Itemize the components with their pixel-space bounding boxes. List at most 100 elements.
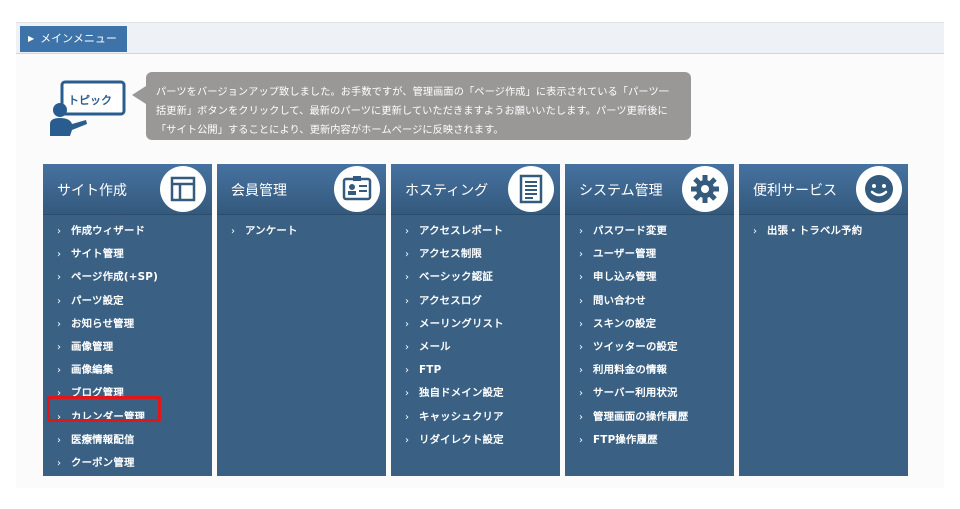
chevron-right-icon: › xyxy=(57,295,62,307)
menu-item-basic-auth[interactable]: › ベーシック認証 xyxy=(391,266,560,289)
menu-item-cache-clear[interactable]: › キャッシュクリア xyxy=(391,406,560,429)
menu-item-redirect-settings[interactable]: › リダイレクト設定 xyxy=(391,429,560,452)
menu-item-password-change[interactable]: › パスワード変更 xyxy=(565,220,734,243)
menu-item-access-restriction[interactable]: › アクセス制限 xyxy=(391,243,560,266)
menu-item-medical-info[interactable]: › 医療情報配信 xyxy=(43,429,212,452)
column-hosting: ホスティング › アクセスレポート › アクセス制限 › ベーシック認証 › アクセスロ… xyxy=(391,164,560,476)
column-title: システム管理 xyxy=(579,183,663,199)
column-useful-services: 便利サービス › 出張・トラベル予約 xyxy=(739,164,908,476)
menu-item-label: キャッシュクリア xyxy=(419,410,504,423)
menu-item-label: ユーザー管理 xyxy=(593,248,657,261)
chevron-right-icon: › xyxy=(57,249,62,261)
menu-item-twitter-settings[interactable]: › ツイッターの設定 xyxy=(565,336,734,359)
menu-item-parts-settings[interactable]: › パーツ設定 xyxy=(43,290,212,313)
menu-item-admin-history[interactable]: › 管理画面の操作履歴 xyxy=(565,406,734,429)
menu-item-create-wizard[interactable]: › 作成ウィザード xyxy=(43,220,212,243)
menu-item-coupon-manage[interactable]: › クーポン管理 xyxy=(43,452,212,475)
chevron-right-icon: › xyxy=(579,295,584,307)
menu-item-news-manage[interactable]: › お知らせ管理 xyxy=(43,313,212,336)
menu-item-user-manage[interactable]: › ユーザー管理 xyxy=(565,243,734,266)
column-header: サイト作成 xyxy=(43,164,212,215)
menu-item-label: 作成ウィザード xyxy=(71,225,146,237)
column-header: 便利サービス xyxy=(739,164,908,215)
column-member-manage: 会員管理 › アンケート xyxy=(217,164,386,476)
column-items: › パスワード変更 › ユーザー管理 › 申し込み管理 › 問い合わせ › スキンの設定 … xyxy=(565,220,734,452)
menu-item-ftp[interactable]: › FTP xyxy=(391,359,560,382)
menu-item-label: 画像編集 xyxy=(71,364,114,377)
chevron-right-icon: › xyxy=(231,226,236,237)
menu-item-image-edit[interactable]: › 画像編集 xyxy=(43,359,212,382)
main-menu-tab[interactable]: ▶ メインメニュー xyxy=(20,26,127,52)
menu-item-skin-settings[interactable]: › スキンの設定 xyxy=(565,313,734,336)
topic-presenter-icon: トピック xyxy=(46,80,128,136)
chevron-right-icon: › xyxy=(405,434,410,446)
menu-item-ftp-history[interactable]: › FTP操作履歴 xyxy=(565,429,734,452)
menu-item-label: 管理画面の操作履歴 xyxy=(593,410,689,423)
menu-item-mailing-list[interactable]: › メーリングリスト xyxy=(391,313,560,336)
chevron-right-icon: › xyxy=(405,388,410,400)
menu-item-label: 医療情報配信 xyxy=(71,433,135,446)
document-icon xyxy=(508,166,554,212)
menu-item-label: リダイレクト設定 xyxy=(419,433,504,446)
menu-item-access-log[interactable]: › アクセスログ xyxy=(391,290,560,313)
column-items: › アンケート xyxy=(217,220,386,243)
column-header: システム管理 xyxy=(565,164,734,215)
chevron-right-icon: › xyxy=(579,249,584,261)
chevron-right-icon: › xyxy=(57,272,62,284)
menu-item-domain-settings[interactable]: › 独自ドメイン設定 xyxy=(391,382,560,405)
menu-item-survey[interactable]: › アンケート xyxy=(217,220,386,243)
menu-item-access-report[interactable]: › アクセスレポート xyxy=(391,220,560,243)
chevron-right-icon: › xyxy=(57,434,62,446)
menu-item-label: スキンの設定 xyxy=(593,317,657,330)
layout-icon xyxy=(160,166,206,212)
chevron-right-icon: › xyxy=(579,411,584,423)
menu-item-label: 申し込み管理 xyxy=(593,271,657,284)
menu-item-inquiry[interactable]: › 問い合わせ xyxy=(565,290,734,313)
chevron-right-icon: › xyxy=(405,411,410,423)
chevron-right-icon: › xyxy=(579,434,584,446)
highlight-frame xyxy=(47,396,161,422)
chevron-right-icon: › xyxy=(579,365,584,377)
triangle-right-icon: ▶ xyxy=(28,34,35,43)
menu-item-fee-info[interactable]: › 利用料金の情報 xyxy=(565,359,734,382)
menu-item-label: FTP操作履歴 xyxy=(593,433,658,446)
chevron-right-icon: › xyxy=(579,226,584,237)
menu-item-mail[interactable]: › メール xyxy=(391,336,560,359)
chevron-right-icon: › xyxy=(57,457,62,469)
chevron-right-icon: › xyxy=(57,226,62,237)
menu-item-site-manage[interactable]: › サイト管理 xyxy=(43,243,212,266)
column-items: › アクセスレポート › アクセス制限 › ベーシック認証 › アクセスログ › メーリン… xyxy=(391,220,560,452)
menu-item-image-manage[interactable]: › 画像管理 xyxy=(43,336,212,359)
chevron-right-icon: › xyxy=(405,226,410,237)
menu-item-label: 出張・トラベル予約 xyxy=(767,225,863,237)
menu-item-label: 画像管理 xyxy=(71,340,114,353)
topic-message: パーツをバージョンアップ致しました。お手数ですが、管理画面の「ページ作成」に表示… xyxy=(132,72,691,140)
chevron-right-icon: › xyxy=(57,341,62,353)
chevron-right-icon: › xyxy=(405,365,410,377)
column-system-manage: システム管理 › パスワード変更 › ユーザー管理 › 申し込み管理 › 問い合わせ ›… xyxy=(565,164,734,476)
menu-item-label: メール xyxy=(419,340,451,353)
menu-item-label: パスワード変更 xyxy=(593,225,668,237)
menu-item-label: メーリングリスト xyxy=(419,317,504,330)
topic-badge-text: トピック xyxy=(68,94,112,107)
chevron-right-icon: › xyxy=(579,341,584,353)
menu-item-label: ベーシック認証 xyxy=(419,271,493,284)
column-site-creation: サイト作成 › 作成ウィザード › サイト管理 › ページ作成(+SP) › パーツ設定… xyxy=(43,164,212,476)
menu-item-label: アクセス制限 xyxy=(419,248,483,261)
menu-item-application-manage[interactable]: › 申し込み管理 xyxy=(565,266,734,289)
menu-item-page-create[interactable]: › ページ作成(+SP) xyxy=(43,266,212,289)
menu-item-travel-booking[interactable]: › 出張・トラベル予約 xyxy=(739,220,908,243)
menu-item-label: お知らせ管理 xyxy=(71,317,135,330)
id-card-icon xyxy=(334,166,380,212)
menu-item-label: 問い合わせ xyxy=(593,294,646,307)
smile-icon xyxy=(856,166,902,212)
menu-item-server-usage[interactable]: › サーバー利用状況 xyxy=(565,382,734,405)
column-title: 便利サービス xyxy=(753,183,837,199)
column-header: ホスティング xyxy=(391,164,560,215)
chevron-right-icon: › xyxy=(753,226,758,237)
chevron-right-icon: › xyxy=(405,295,410,307)
main-panel: ▶ メインメニュー トピック パーツをバージョンアップ致しました。お手数ですが、… xyxy=(16,22,944,488)
menu-item-label: アクセスレポート xyxy=(419,225,504,237)
chevron-right-icon: › xyxy=(579,388,584,400)
topic-line-1: パーツをバージョンアップ致しました。お手数ですが、管理画面の「ページ作成」に表示… xyxy=(156,87,670,98)
